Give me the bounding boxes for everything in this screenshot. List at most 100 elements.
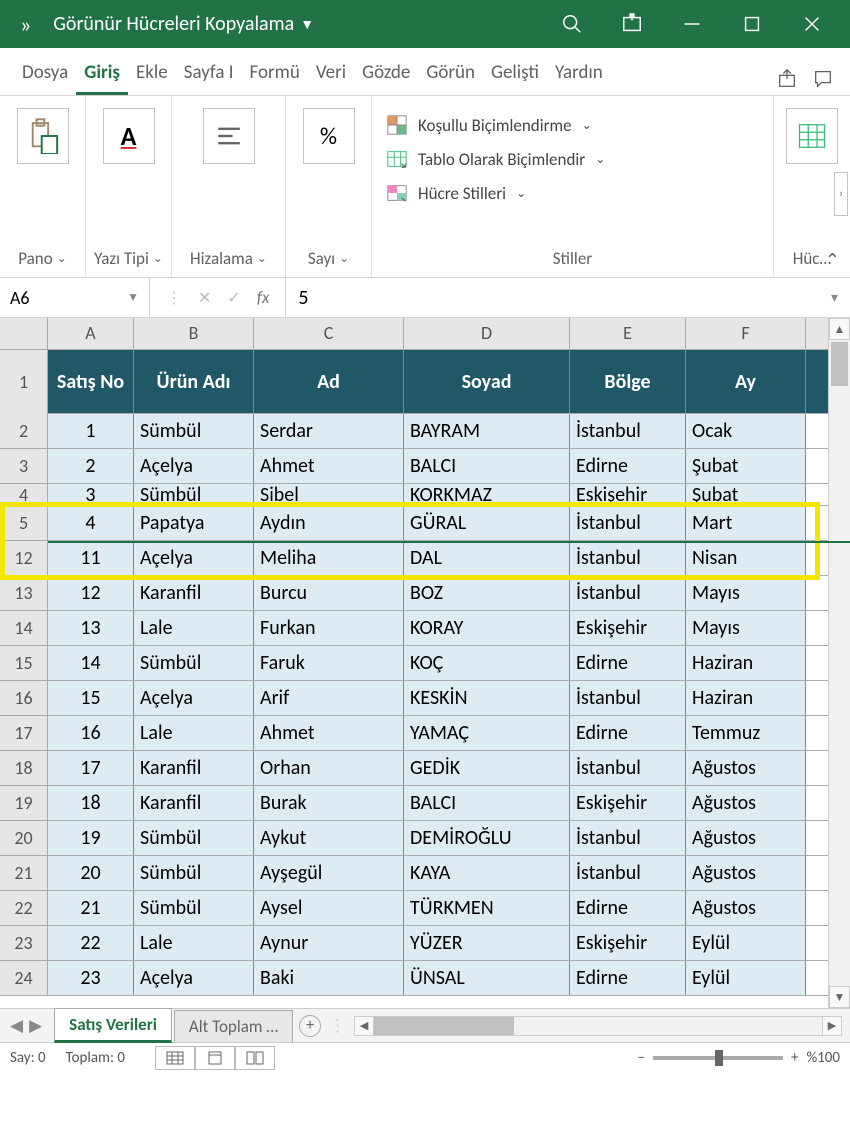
- cell[interactable]: Eskişehir: [570, 786, 686, 820]
- cell[interactable]: Sümbül: [134, 856, 254, 890]
- row-header[interactable]: 5: [0, 506, 48, 540]
- row-header[interactable]: 13: [0, 576, 48, 610]
- cell[interactable]: 4: [48, 506, 134, 540]
- sheet-tab-alt-toplam[interactable]: Alt Toplam …: [174, 1010, 293, 1042]
- cell[interactable]: Sibel: [254, 484, 404, 506]
- formula-input[interactable]: 5 ▾: [286, 278, 850, 317]
- cell[interactable]: 19: [48, 821, 134, 855]
- row-header-1[interactable]: 1: [0, 350, 48, 414]
- align-button[interactable]: [203, 108, 255, 164]
- cell[interactable]: Orhan: [254, 751, 404, 785]
- scroll-up-icon[interactable]: ▲: [829, 318, 850, 340]
- col-header-A[interactable]: A: [48, 318, 134, 349]
- cell[interactable]: Ağustos: [686, 751, 806, 785]
- cell[interactable]: BALCI: [404, 786, 570, 820]
- cell[interactable]: İstanbul: [570, 506, 686, 540]
- cell[interactable]: 20: [48, 856, 134, 890]
- row-header[interactable]: 14: [0, 611, 48, 645]
- ribbon-scroll-right[interactable]: ›: [834, 172, 848, 216]
- accept-formula-icon[interactable]: ✓: [227, 288, 240, 308]
- grip-icon[interactable]: ⋮: [166, 288, 182, 308]
- cell[interactable]: 18: [48, 786, 134, 820]
- cell[interactable]: Açelya: [134, 961, 254, 995]
- cell-styles-button[interactable]: Hücre Stilleri⌄: [386, 176, 526, 210]
- row-header[interactable]: 18: [0, 751, 48, 785]
- cell[interactable]: İstanbul: [570, 821, 686, 855]
- cell[interactable]: 14: [48, 646, 134, 680]
- cell[interactable]: Sümbül: [134, 414, 254, 448]
- cell[interactable]: Edirne: [570, 716, 686, 750]
- cell[interactable]: Edirne: [570, 646, 686, 680]
- window-mode-icon[interactable]: [602, 0, 662, 48]
- cell[interactable]: DAL: [404, 541, 570, 575]
- cell[interactable]: YÜZER: [404, 926, 570, 960]
- cell[interactable]: Baki: [254, 961, 404, 995]
- cell[interactable]: Lale: [134, 611, 254, 645]
- more-icon[interactable]: »: [20, 11, 33, 38]
- cell[interactable]: Sümbül: [134, 484, 254, 506]
- cell[interactable]: BALCI: [404, 449, 570, 483]
- minimize-icon[interactable]: [662, 0, 722, 48]
- cell[interactable]: Eskişehir: [570, 611, 686, 645]
- cell[interactable]: Burcu: [254, 576, 404, 610]
- cell[interactable]: Mart: [686, 506, 806, 540]
- cell[interactable]: DEMİROĞLU: [404, 821, 570, 855]
- cell[interactable]: İstanbul: [570, 541, 686, 575]
- cell[interactable]: Ağustos: [686, 821, 806, 855]
- sheet-tab-active[interactable]: Satış Verileri: [54, 1008, 172, 1043]
- cell[interactable]: 21: [48, 891, 134, 925]
- cell[interactable]: Eskişehir: [570, 484, 686, 506]
- view-normal-button[interactable]: [155, 1046, 195, 1070]
- group-pano-label[interactable]: Pano⌄: [18, 244, 67, 275]
- tab-dosya[interactable]: Dosya: [14, 51, 76, 95]
- row-header[interactable]: 15: [0, 646, 48, 680]
- cell[interactable]: 11: [48, 541, 134, 575]
- cell[interactable]: BOZ: [404, 576, 570, 610]
- row-header[interactable]: 4: [0, 484, 48, 506]
- cell[interactable]: Ağustos: [686, 786, 806, 820]
- cell[interactable]: Temmuz: [686, 716, 806, 750]
- cell[interactable]: Açelya: [134, 449, 254, 483]
- paste-button[interactable]: [17, 108, 69, 164]
- cell[interactable]: Sümbül: [134, 646, 254, 680]
- title-dropdown-icon[interactable]: ▼: [300, 16, 314, 33]
- tab-gelisti[interactable]: Gelişti: [483, 51, 547, 95]
- cell[interactable]: Mayıs: [686, 576, 806, 610]
- cell[interactable]: 23: [48, 961, 134, 995]
- cell[interactable]: Karanfil: [134, 576, 254, 610]
- cell[interactable]: Aydın: [254, 506, 404, 540]
- cell[interactable]: TÜRKMEN: [404, 891, 570, 925]
- number-button[interactable]: %: [303, 108, 355, 164]
- cell[interactable]: Haziran: [686, 681, 806, 715]
- sheet-nav[interactable]: ◀▶: [0, 1015, 52, 1036]
- cell[interactable]: İstanbul: [570, 576, 686, 610]
- cell[interactable]: KAYA: [404, 856, 570, 890]
- cell[interactable]: Sümbül: [134, 821, 254, 855]
- row-header[interactable]: 20: [0, 821, 48, 855]
- row-header[interactable]: 17: [0, 716, 48, 750]
- cell[interactable]: Meliha: [254, 541, 404, 575]
- grid[interactable]: A B C D E F 1 Satış No Ürün Adı Ad Soyad…: [0, 318, 850, 1008]
- cell[interactable]: Aynur: [254, 926, 404, 960]
- cell[interactable]: GEDİK: [404, 751, 570, 785]
- cell[interactable]: İstanbul: [570, 681, 686, 715]
- cell[interactable]: Ahmet: [254, 449, 404, 483]
- cell[interactable]: İstanbul: [570, 414, 686, 448]
- tab-gozde[interactable]: Gözde: [354, 51, 418, 95]
- close-icon[interactable]: [782, 0, 842, 48]
- cell[interactable]: Lale: [134, 926, 254, 960]
- zoom-in-button[interactable]: +: [791, 1049, 798, 1067]
- row-header[interactable]: 12: [0, 541, 48, 575]
- cell[interactable]: KESKİN: [404, 681, 570, 715]
- cell[interactable]: Edirne: [570, 961, 686, 995]
- row-header[interactable]: 21: [0, 856, 48, 890]
- name-box-dropdown-icon[interactable]: ▼: [127, 290, 139, 305]
- search-icon[interactable]: [542, 0, 602, 48]
- group-hizalama-label[interactable]: Hizalama⌄: [190, 244, 267, 275]
- cell[interactable]: Ahmet: [254, 716, 404, 750]
- cell[interactable]: Karanfil: [134, 786, 254, 820]
- cell[interactable]: Ağustos: [686, 891, 806, 925]
- cell[interactable]: Faruk: [254, 646, 404, 680]
- cell[interactable]: İstanbul: [570, 856, 686, 890]
- cell[interactable]: Aysel: [254, 891, 404, 925]
